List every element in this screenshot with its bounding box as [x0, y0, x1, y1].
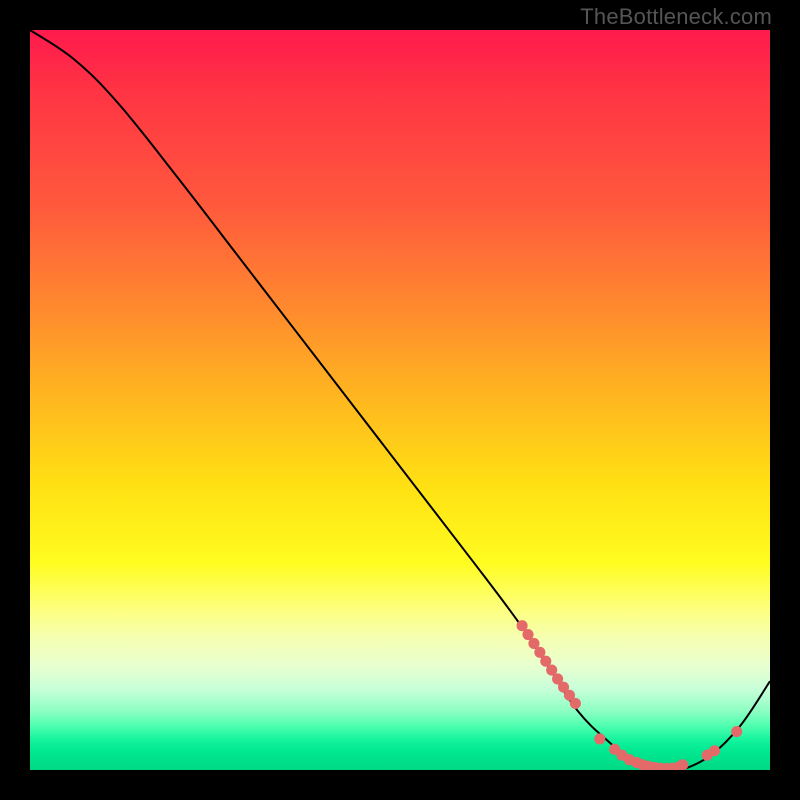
chart-curve	[30, 30, 770, 770]
chart-plot-area	[30, 30, 770, 770]
chart-marker-point	[677, 759, 688, 770]
chart-marker-point	[709, 745, 720, 756]
chart-svg	[30, 30, 770, 770]
chart-marker-point	[594, 733, 605, 744]
chart-marker-point	[731, 726, 742, 737]
chart-marker-point	[570, 698, 581, 709]
watermark-text: TheBottleneck.com	[580, 4, 772, 30]
chart-markers	[517, 620, 743, 770]
